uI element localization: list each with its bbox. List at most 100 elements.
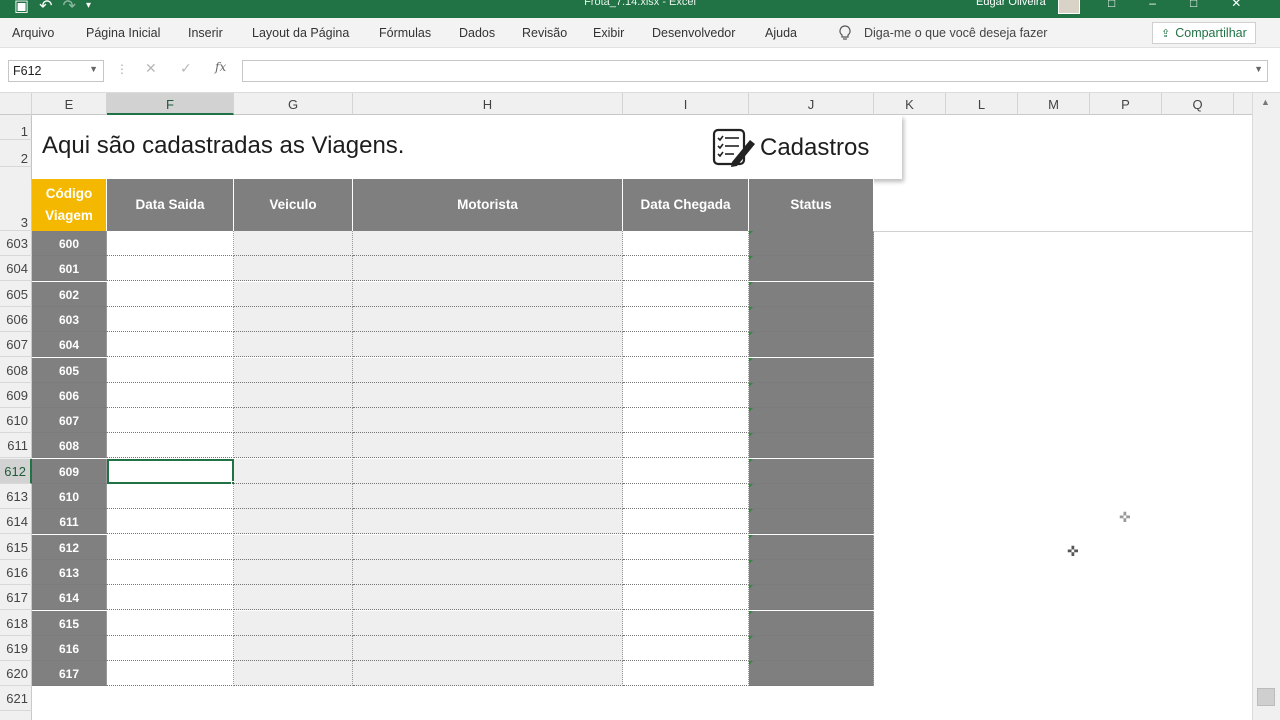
cell-motorista[interactable] (353, 306, 623, 332)
cell-motorista[interactable] (353, 382, 623, 408)
cell-status[interactable] (749, 509, 874, 535)
cell-veiculo[interactable] (234, 458, 353, 484)
cell-veiculo[interactable] (234, 635, 353, 661)
row-header[interactable]: 616 (0, 560, 32, 585)
cell-status[interactable] (749, 610, 874, 636)
cell-data-chegada[interactable] (623, 382, 749, 408)
cell-veiculo[interactable] (234, 484, 353, 509)
tab-ajuda[interactable]: Ajuda (765, 26, 797, 40)
cell-status[interactable] (749, 256, 874, 282)
tab-dados[interactable]: Dados (459, 26, 495, 40)
cell-status[interactable] (749, 585, 874, 611)
cell-status[interactable] (749, 433, 874, 459)
cell-data-saida[interactable] (107, 382, 234, 408)
column-header-m[interactable]: M (1018, 93, 1090, 115)
row-header[interactable]: 605 (0, 282, 32, 307)
cell-data-chegada[interactable] (623, 433, 749, 459)
cell-data-saida[interactable] (107, 610, 234, 636)
cell-veiculo[interactable] (234, 306, 353, 332)
column-header-q[interactable]: Q (1162, 93, 1234, 115)
avatar[interactable] (1058, 0, 1080, 14)
name-box[interactable]: F612 ▼ (8, 60, 104, 82)
cell-veiculo[interactable] (234, 509, 353, 535)
cell-status[interactable] (749, 332, 874, 358)
cell-status[interactable] (749, 484, 874, 509)
column-header-h[interactable]: H (353, 93, 623, 115)
cell-status[interactable] (749, 534, 874, 560)
column-header-f[interactable]: F (107, 93, 234, 115)
row-header[interactable]: 3 (0, 167, 32, 231)
cell-status[interactable] (749, 357, 874, 383)
cell-veiculo[interactable] (234, 231, 353, 256)
cell-motorista[interactable] (353, 534, 623, 560)
close-icon[interactable]: ✕ (1231, 0, 1241, 10)
cell-veiculo[interactable] (234, 408, 353, 434)
trip-code-cell[interactable]: 609 (32, 458, 107, 484)
cell-data-saida[interactable] (107, 661, 234, 687)
cell-status[interactable] (749, 635, 874, 661)
cell-motorista[interactable] (353, 559, 623, 585)
row-header[interactable]: 618 (0, 611, 32, 636)
cell-data-saida[interactable] (107, 484, 234, 509)
tab-formulas[interactable]: Fórmulas (379, 26, 431, 40)
trip-code-cell[interactable]: 607 (32, 408, 107, 434)
cell-data-saida[interactable] (107, 357, 234, 383)
checklist-pencil-icon[interactable] (710, 126, 756, 168)
row-header[interactable]: 610 (0, 408, 32, 434)
cell-data-saida[interactable] (107, 559, 234, 585)
cell-motorista[interactable] (353, 585, 623, 611)
cancel-icon[interactable]: ✕ (145, 60, 157, 77)
row-header[interactable]: 607 (0, 332, 32, 358)
cell-status[interactable] (749, 231, 874, 256)
vertical-scrollbar[interactable]: ▲ (1252, 93, 1280, 720)
column-header-j[interactable]: J (749, 93, 874, 115)
cell-status[interactable] (749, 559, 874, 585)
row-header[interactable]: 620 (0, 661, 32, 687)
ribbon-display-icon[interactable]: □ (1108, 0, 1115, 10)
cell-veiculo[interactable] (234, 534, 353, 560)
trip-code-cell[interactable]: 614 (32, 585, 107, 611)
cell-veiculo[interactable] (234, 256, 353, 282)
table-header-veiculo[interactable]: Veiculo (234, 179, 353, 231)
cell-status[interactable] (749, 408, 874, 434)
cell-veiculo[interactable] (234, 357, 353, 383)
table-header-data-chegada[interactable]: Data Chegada (623, 179, 749, 231)
tab-arquivo[interactable]: Arquivo (12, 26, 54, 40)
table-header-code[interactable]: Código Viagem (32, 179, 107, 231)
cell-data-saida[interactable] (107, 635, 234, 661)
cell-status[interactable] (749, 382, 874, 408)
trip-code-cell[interactable]: 616 (32, 635, 107, 661)
cell-status[interactable] (749, 306, 874, 332)
cell-veiculo[interactable] (234, 585, 353, 611)
row-header[interactable]: 1 (0, 115, 32, 140)
maximize-icon[interactable]: □ (1190, 0, 1197, 10)
cadastros-link[interactable]: Cadastros (760, 134, 869, 162)
tab-exibir[interactable]: Exibir (593, 26, 624, 40)
cell-data-saida[interactable] (107, 509, 234, 535)
insert-function-button[interactable]: fx (215, 60, 226, 74)
cell-veiculo[interactable] (234, 661, 353, 687)
row-header[interactable]: 604 (0, 256, 32, 282)
tell-me-box[interactable]: Diga-me o que você deseja fazer (836, 24, 1047, 42)
cell-veiculo[interactable] (234, 281, 353, 307)
column-header-e[interactable]: E (32, 93, 107, 115)
cell-data-saida[interactable] (107, 256, 234, 282)
cell-data-chegada[interactable] (623, 306, 749, 332)
table-header-status[interactable]: Status (749, 179, 874, 231)
column-header-p[interactable]: P (1090, 93, 1162, 115)
row-header[interactable]: 2 (0, 140, 32, 167)
cell-veiculo[interactable] (234, 559, 353, 585)
trip-code-cell[interactable]: 615 (32, 610, 107, 636)
scroll-up-icon[interactable]: ▲ (1261, 97, 1270, 107)
share-button[interactable]: ⇪ Compartilhar (1152, 22, 1256, 44)
cell-veiculo[interactable] (234, 610, 353, 636)
select-all-corner[interactable] (0, 93, 32, 115)
worksheet-grid[interactable]: EFGHIJKLMPQ 1 2 3 603 604 605 606 607 608 609 610 6… (0, 93, 1280, 720)
minimize-icon[interactable]: – (1149, 0, 1156, 10)
trip-code-cell[interactable]: 610 (32, 484, 107, 509)
row-header[interactable]: 609 (0, 383, 32, 408)
row-header[interactable]: 611 (0, 433, 32, 459)
cell-status[interactable] (749, 458, 874, 484)
cell-data-chegada[interactable] (623, 585, 749, 611)
cell-data-chegada[interactable] (623, 231, 749, 256)
